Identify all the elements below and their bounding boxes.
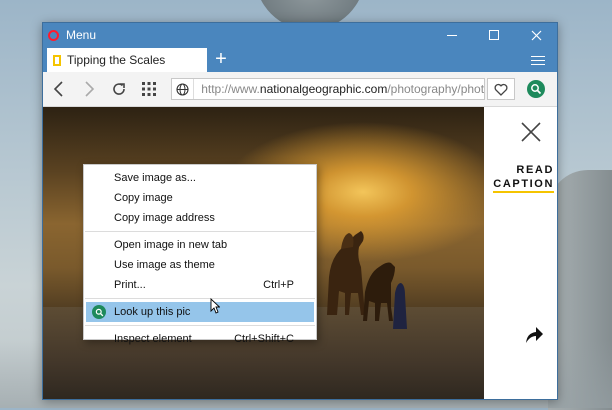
heart-icon <box>494 83 508 96</box>
caption-label: CAPTION <box>493 178 554 193</box>
menu-item-copy-image-address[interactable]: Copy image address <box>84 208 316 228</box>
tab-title: Tipping the Scales <box>67 53 166 67</box>
maximize-button[interactable] <box>473 23 515 47</box>
close-window-icon <box>531 30 541 40</box>
menu-item-print[interactable]: Print... Ctrl+P <box>84 275 316 295</box>
search-extension-button[interactable] <box>527 80 545 98</box>
context-menu: Save image as... Copy image Copy image a… <box>83 164 317 345</box>
title-bar: Menu <box>43 23 557 47</box>
menu-button[interactable]: Menu <box>66 28 96 42</box>
reload-button[interactable] <box>109 79 129 99</box>
url-prefix: http://www. <box>201 82 260 96</box>
close-window-button[interactable] <box>515 23 557 47</box>
search-extension-icon <box>531 84 542 95</box>
search-extension-icon <box>92 305 106 319</box>
reload-icon <box>113 83 125 95</box>
menu-separator <box>85 298 315 299</box>
minimize-button[interactable] <box>431 23 473 47</box>
forward-arrow-icon <box>85 81 95 97</box>
globe-icon <box>176 82 189 96</box>
menu-item-use-image-as-theme[interactable]: Use image as theme <box>84 255 316 275</box>
menu-item-label: Copy image <box>114 192 173 204</box>
read-label: READ <box>516 164 554 176</box>
menu-separator <box>85 325 315 326</box>
menu-item-label: Copy image address <box>114 212 215 224</box>
url-path: /photography/photo- <box>387 82 484 96</box>
menu-item-shortcut: Ctrl+Shift+C <box>234 333 294 345</box>
url-domain: nationalgeographic.com <box>259 82 388 96</box>
natgeo-favicon-icon <box>53 54 61 66</box>
share-icon[interactable] <box>524 325 544 345</box>
menu-item-label: Inspect element <box>114 333 192 345</box>
minimize-icon <box>447 35 457 36</box>
opera-logo-icon[interactable] <box>48 29 59 41</box>
menu-item-shortcut: Ctrl+P <box>263 279 294 291</box>
menu-item-look-up-pic[interactable]: Look up this pic <box>86 302 314 322</box>
maximize-icon <box>489 30 499 40</box>
tab-tipping-the-scales[interactable]: Tipping the Scales <box>47 48 207 72</box>
address-bar[interactable]: http://www.nationalgeographic.com/photog… <box>171 78 485 100</box>
side-panel: READ CAPTION <box>484 107 557 399</box>
menu-item-inspect-element[interactable]: Inspect element Ctrl+Shift+C <box>84 329 316 349</box>
mouse-cursor-icon <box>210 298 220 314</box>
menu-item-label: Save image as... <box>114 172 196 184</box>
menu-separator <box>85 231 315 232</box>
window-controls <box>431 23 557 47</box>
site-info-button[interactable] <box>172 79 195 99</box>
new-tab-button[interactable]: + <box>211 47 231 71</box>
menu-item-label: Open image in new tab <box>114 239 228 251</box>
tab-strip: Tipping the Scales + <box>43 47 557 72</box>
bookmark-button[interactable] <box>487 78 515 100</box>
forward-button[interactable] <box>79 79 99 99</box>
tab-menu-icon[interactable] <box>531 53 545 65</box>
navigation-toolbar: http://www.nationalgeographic.com/photog… <box>43 72 557 107</box>
url-text: http://www.nationalgeographic.com/photog… <box>201 82 484 96</box>
menu-item-label: Use image as theme <box>114 259 215 271</box>
grid-icon <box>142 82 156 96</box>
menu-item-label: Print... <box>114 279 146 291</box>
menu-item-copy-image[interactable]: Copy image <box>84 188 316 208</box>
back-arrow-icon <box>53 81 63 97</box>
menu-item-save-image[interactable]: Save image as... <box>84 168 316 188</box>
close-icon[interactable] <box>520 121 542 143</box>
speed-dial-button[interactable] <box>139 79 159 99</box>
menu-item-label: Look up this pic <box>114 306 191 318</box>
back-button[interactable] <box>49 79 69 99</box>
menu-item-open-image-new-tab[interactable]: Open image in new tab <box>84 235 316 255</box>
read-caption-link[interactable]: READ CAPTION <box>492 163 554 193</box>
